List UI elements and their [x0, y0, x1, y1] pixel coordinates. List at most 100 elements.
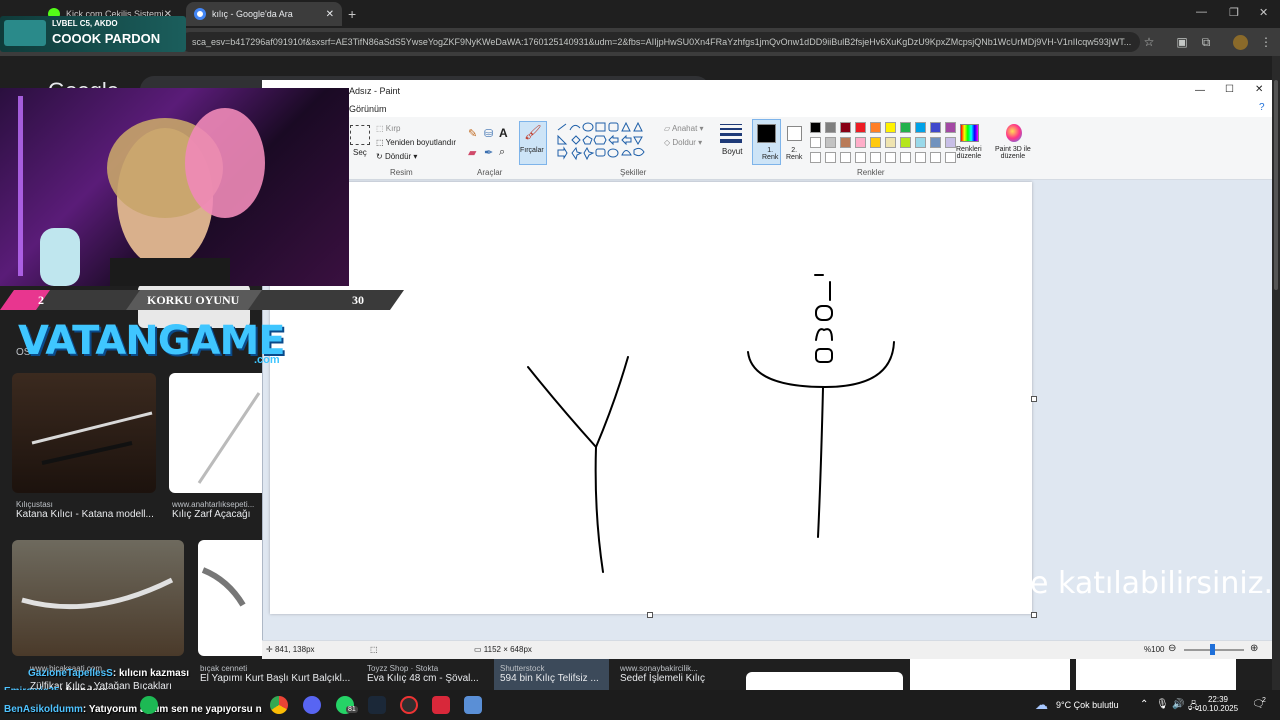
spotify-icon[interactable]: [140, 696, 158, 714]
palette-swatch-empty[interactable]: [915, 152, 926, 163]
rotate-button[interactable]: Döndür: [385, 152, 411, 161]
palette-swatch[interactable]: [900, 122, 911, 133]
pencil-icon[interactable]: ✎: [468, 127, 477, 140]
result-image[interactable]: [12, 373, 156, 493]
maximize-window-button[interactable]: ❐: [1229, 6, 1239, 19]
result-card-selected[interactable]: Shutterstock 594 bin Kılıç Telifsiz ...: [494, 658, 609, 690]
palette-swatch[interactable]: [900, 137, 911, 148]
palette-swatch[interactable]: [825, 122, 836, 133]
text-tool-icon[interactable]: A: [499, 126, 508, 140]
resize-button[interactable]: Yeniden boyutlandır: [386, 138, 456, 147]
palette-swatch-empty[interactable]: [885, 152, 896, 163]
palette-swatch[interactable]: [885, 122, 896, 133]
help-icon[interactable]: ?: [1259, 102, 1265, 113]
media-icon[interactable]: ▣: [1174, 34, 1190, 50]
close-window-button[interactable]: ✕: [1259, 6, 1268, 19]
paint-taskbar-icon[interactable]: [464, 696, 482, 714]
bookmark-star-icon[interactable]: ☆: [1141, 34, 1157, 50]
palette-swatch[interactable]: [855, 137, 866, 148]
fill-bucket-icon[interactable]: ⛁: [484, 127, 493, 140]
steam-icon[interactable]: [368, 696, 386, 714]
palette-swatch-empty[interactable]: [840, 152, 851, 163]
shapes-gallery[interactable]: [556, 122, 652, 162]
weather-text[interactable]: 9°C Çok bulutlu: [1056, 700, 1119, 710]
result-title[interactable]: El Yapımı Kurt Başlı Kurt Balçıkl...: [200, 673, 360, 684]
address-bar[interactable]: sca_esv=b417296af091910f&sxsrf=AE3TifN86…: [180, 32, 1140, 52]
result-image[interactable]: [12, 540, 184, 656]
obs-icon[interactable]: [400, 696, 418, 714]
palette-swatch[interactable]: [840, 137, 851, 148]
paint-minimize-button[interactable]: —: [1195, 85, 1205, 96]
paint-close-button[interactable]: ✕: [1255, 84, 1263, 95]
outline-button[interactable]: Anahat: [672, 124, 697, 133]
minimize-window-button[interactable]: —: [1196, 6, 1207, 18]
palette-swatch[interactable]: [825, 137, 836, 148]
palette-swatch[interactable]: [810, 122, 821, 133]
result-title[interactable]: Eva Kılıç 48 cm - Şöval...: [367, 673, 492, 684]
volume-icon[interactable]: 🔊: [1172, 699, 1184, 710]
menu-icon[interactable]: ⋮: [1258, 34, 1274, 50]
fill-button[interactable]: Doldur: [672, 138, 696, 147]
palette-swatch[interactable]: [870, 122, 881, 133]
palette-swatch[interactable]: [840, 122, 851, 133]
weather-icon[interactable]: ☁: [1035, 697, 1048, 713]
close-tab-icon[interactable]: ✕: [326, 9, 334, 20]
canvas-resize-handle[interactable]: [1031, 612, 1037, 618]
tab-google[interactable]: kılıç - Google'da Ara ✕: [186, 2, 342, 26]
profile-avatar[interactable]: [1233, 35, 1248, 50]
zoom-slider-thumb[interactable]: [1210, 644, 1215, 655]
select-icon[interactable]: [350, 125, 370, 145]
result-image[interactable]: [169, 373, 262, 493]
result-image[interactable]: [746, 672, 903, 690]
size-icon[interactable]: [720, 124, 742, 143]
palette-swatch[interactable]: [810, 137, 821, 148]
discord-icon[interactable]: [303, 696, 321, 714]
palette-swatch-empty[interactable]: [945, 152, 956, 163]
size-label[interactable]: Boyut: [722, 147, 742, 156]
canvas-resize-handle[interactable]: [647, 612, 653, 618]
result-title[interactable]: Katana Kılıcı - Katana modell...: [16, 509, 154, 520]
palette-swatch-empty[interactable]: [930, 152, 941, 163]
result-image[interactable]: [1076, 658, 1236, 690]
palette-swatch[interactable]: [915, 137, 926, 148]
mic-icon[interactable]: 🎙: [1156, 699, 1169, 710]
result-image[interactable]: [910, 658, 1070, 690]
eraser-icon[interactable]: ▰: [468, 146, 476, 159]
extensions-icon[interactable]: ⧉: [1198, 34, 1214, 50]
result-title[interactable]: Kılıç Zarf Açacağı: [172, 509, 262, 520]
result-image[interactable]: [198, 540, 262, 656]
palette-swatch[interactable]: [930, 122, 941, 133]
result-title[interactable]: Sedef İşlemeli Kılıç: [620, 673, 740, 684]
crop-button[interactable]: Kırp: [386, 124, 401, 133]
color-picker-icon[interactable]: ✒: [484, 146, 493, 159]
palette-swatch-empty[interactable]: [825, 152, 836, 163]
palette-swatch-empty[interactable]: [810, 152, 821, 163]
palette-swatch-empty[interactable]: [870, 152, 881, 163]
canvas-resize-handle[interactable]: [1031, 396, 1037, 402]
zoom-in-button[interactable]: ⊕: [1250, 643, 1258, 654]
menu-view[interactable]: Görünüm: [349, 104, 387, 114]
palette-swatch[interactable]: [870, 137, 881, 148]
zoom-out-button[interactable]: ⊖: [1168, 643, 1176, 654]
app-icon[interactable]: [432, 696, 450, 714]
paint-maximize-button[interactable]: ☐: [1225, 84, 1234, 95]
clock[interactable]: 22:39 10.10.2025: [1198, 695, 1238, 713]
result-title[interactable]: 594 bin Kılıç Telifsiz ...: [500, 673, 603, 684]
paint3d-icon[interactable]: [1006, 124, 1022, 142]
palette-swatch[interactable]: [885, 137, 896, 148]
palette-swatch[interactable]: [945, 122, 956, 133]
palette-swatch-empty[interactable]: [900, 152, 911, 163]
chrome-icon[interactable]: [270, 696, 288, 714]
palette-swatch-empty[interactable]: [855, 152, 866, 163]
scrollbar-thumb[interactable]: [1274, 80, 1278, 290]
palette-swatch[interactable]: [930, 137, 941, 148]
palette-swatch[interactable]: [855, 122, 866, 133]
tray-chevron-icon[interactable]: ⌃: [1140, 699, 1148, 710]
palette-swatch[interactable]: [915, 122, 926, 133]
select-label[interactable]: Seç: [353, 148, 367, 157]
edit-colors-icon[interactable]: [960, 124, 979, 142]
palette-swatch[interactable]: [945, 137, 956, 148]
color2-swatch[interactable]: [787, 126, 802, 141]
new-tab-button[interactable]: +: [348, 6, 356, 22]
magnifier-icon[interactable]: ⌕: [499, 146, 505, 159]
